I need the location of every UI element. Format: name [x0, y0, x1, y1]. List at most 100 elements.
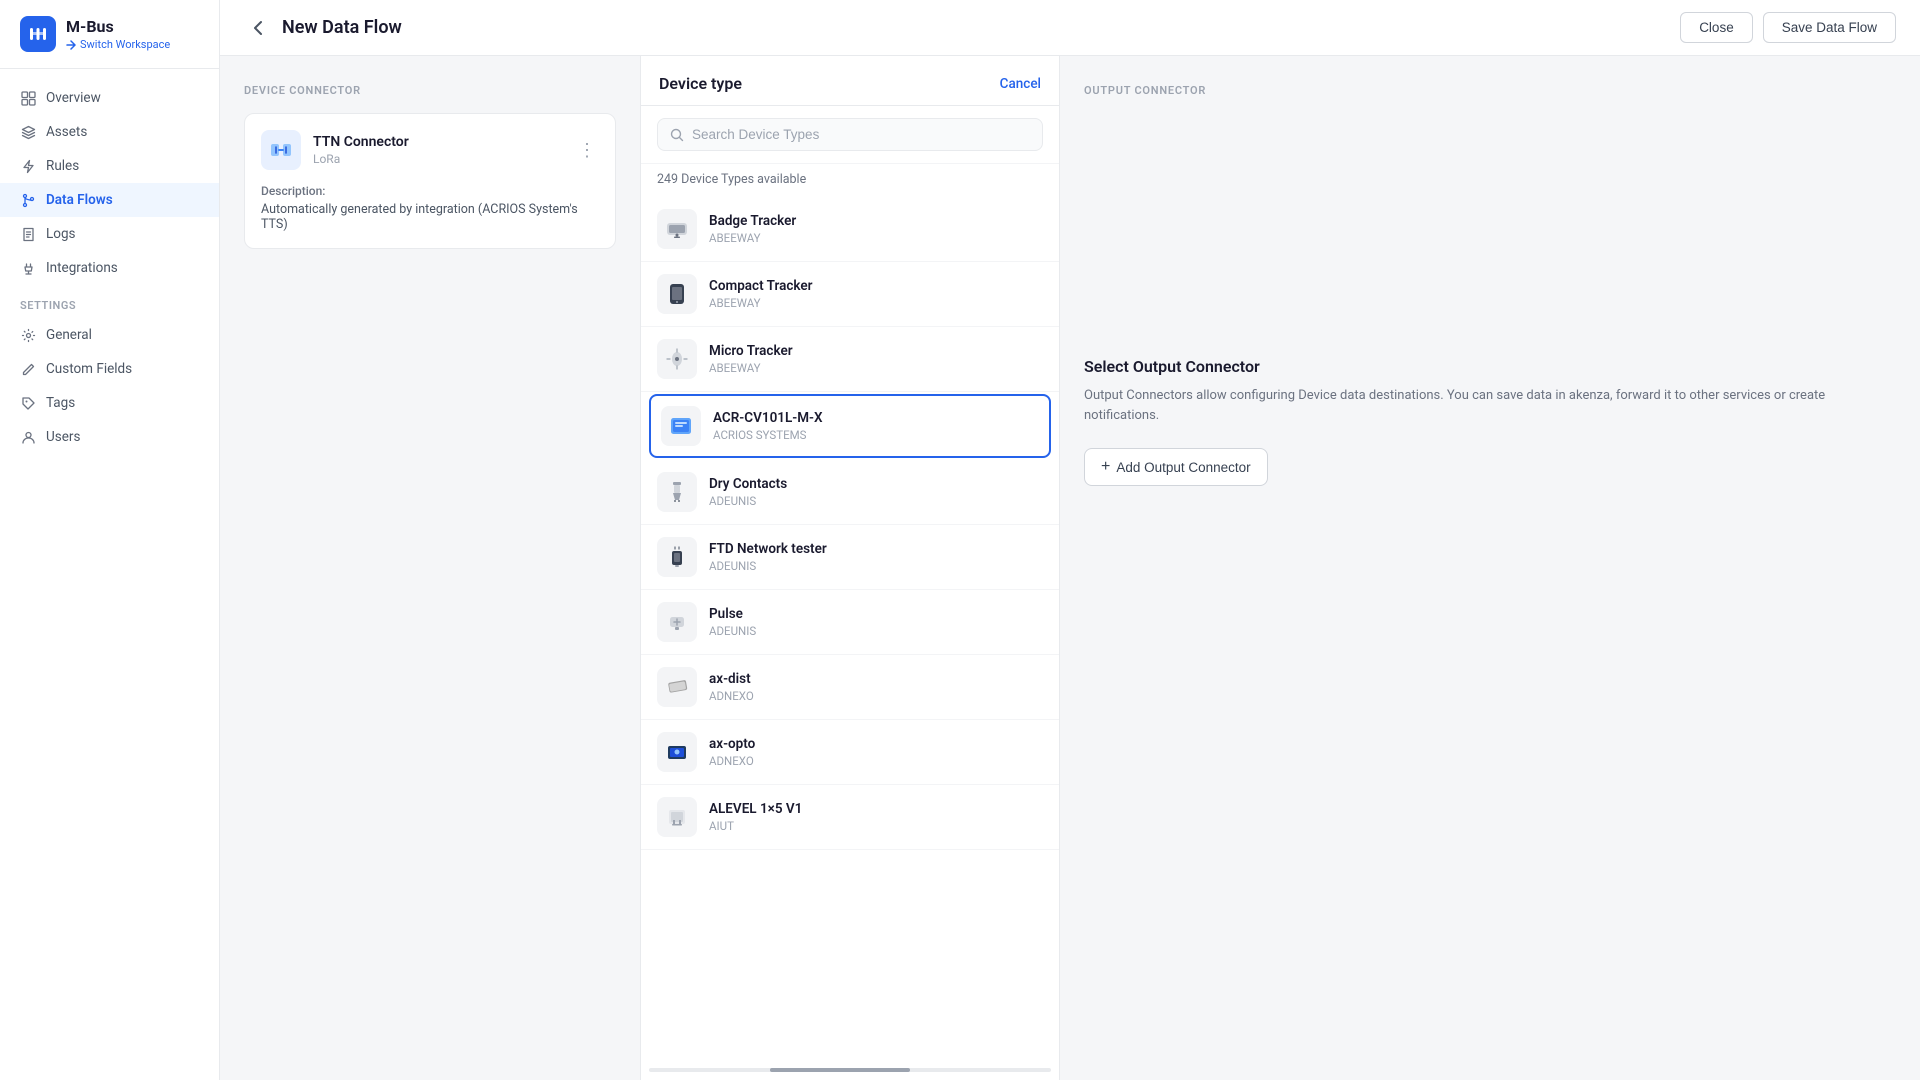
device-brand: ADNEXO: [709, 754, 755, 768]
device-list: Badge Tracker ABEEWAY Compact Tracker AB…: [641, 193, 1059, 1064]
device-item[interactable]: ALEVEL 1×5 V1 AIUT: [641, 785, 1059, 850]
sidebar-custom-fields-label: Custom Fields: [46, 361, 132, 377]
sidebar-general-label: General: [46, 327, 92, 343]
device-item[interactable]: Pulse ADEUNIS: [641, 590, 1059, 655]
switch-workspace-link[interactable]: Switch Workspace: [66, 38, 170, 51]
device-info: ALEVEL 1×5 V1 AIUT: [709, 801, 802, 833]
device-info: ax-opto ADNEXO: [709, 736, 755, 768]
device-icon: [657, 667, 697, 707]
search-input-wrap: [657, 118, 1043, 151]
header-left: New Data Flow: [244, 14, 402, 42]
device-icon: [657, 209, 697, 249]
device-name: Pulse: [709, 606, 756, 622]
zap-icon: [20, 158, 36, 174]
device-brand: ADEUNIS: [709, 624, 756, 638]
tag-icon: [20, 395, 36, 411]
sidebar-assets-label: Assets: [46, 124, 87, 140]
device-type-panel: Device type Cancel 249 Device Types avai…: [640, 56, 1060, 1080]
sidebar-overview-label: Overview: [46, 90, 101, 106]
sidebar-item-data-flows[interactable]: Data Flows: [0, 183, 219, 217]
connector-card: TTN Connector LoRa ⋮ Description: Automa…: [244, 113, 616, 249]
grid-icon: [20, 90, 36, 106]
device-icon: [657, 339, 697, 379]
device-type-title: Device type: [659, 74, 742, 93]
device-item[interactable]: Compact Tracker ABEEWAY: [641, 262, 1059, 327]
device-connector-panel-label: DEVICE CONNECTOR: [244, 84, 616, 97]
sidebar: M-Bus Switch Workspace Overview Assets R: [0, 0, 220, 1080]
device-info: Compact Tracker ABEEWAY: [709, 278, 813, 310]
add-output-connector-button[interactable]: + Add Output Connector: [1084, 448, 1268, 486]
layers-icon: [20, 124, 36, 140]
sidebar-tags-label: Tags: [46, 395, 75, 411]
device-item[interactable]: ax-dist ADNEXO: [641, 655, 1059, 720]
app-logo-icon: [20, 16, 56, 52]
sidebar-item-users[interactable]: Users: [0, 420, 219, 454]
output-connector-title: Select Output Connector: [1084, 357, 1896, 376]
device-name: FTD Network tester: [709, 541, 827, 557]
close-button[interactable]: Close: [1680, 12, 1753, 43]
device-brand: ABEEWAY: [709, 296, 813, 310]
device-icon: [657, 602, 697, 642]
connector-menu-button[interactable]: ⋮: [575, 138, 599, 162]
sidebar-item-overview[interactable]: Overview: [0, 81, 219, 115]
description-label: Description:: [261, 184, 599, 198]
settings-section-title: SETTINGS: [0, 285, 219, 318]
edit-icon: [20, 361, 36, 377]
device-name: Micro Tracker: [709, 343, 793, 359]
device-info: ax-dist ADNEXO: [709, 671, 754, 703]
device-icon: [657, 797, 697, 837]
output-connector-description: Output Connectors allow configuring Devi…: [1084, 386, 1896, 426]
device-type-header: Device type Cancel: [641, 56, 1059, 106]
device-info: Badge Tracker ABEEWAY: [709, 213, 796, 245]
device-brand: ABEEWAY: [709, 361, 793, 375]
search-input[interactable]: [692, 127, 1030, 142]
device-item[interactable]: FTD Network tester ADEUNIS: [641, 525, 1059, 590]
main-area: New Data Flow Close Save Data Flow DEVIC…: [220, 0, 1920, 1080]
connector-card-header: TTN Connector LoRa ⋮: [261, 130, 599, 170]
device-brand: ADNEXO: [709, 689, 754, 703]
sidebar-rules-label: Rules: [46, 158, 79, 174]
device-brand: ADEUNIS: [709, 559, 827, 573]
sidebar-item-custom-fields[interactable]: Custom Fields: [0, 352, 219, 386]
workspace-name: M-Bus: [66, 17, 170, 36]
connector-type: LoRa: [313, 152, 409, 166]
user-icon: [20, 429, 36, 445]
device-item[interactable]: Badge Tracker ABEEWAY: [641, 197, 1059, 262]
sidebar-item-logs[interactable]: Logs: [0, 217, 219, 251]
sidebar-integrations-label: Integrations: [46, 260, 118, 276]
page-title: New Data Flow: [282, 17, 402, 38]
device-icon: [657, 274, 697, 314]
device-name: ax-opto: [709, 736, 755, 752]
device-icon: [661, 406, 701, 446]
settings-icon: [20, 327, 36, 343]
save-data-flow-button[interactable]: Save Data Flow: [1763, 12, 1896, 43]
connector-card-left: TTN Connector LoRa: [261, 130, 409, 170]
back-button[interactable]: [244, 14, 272, 42]
sidebar-item-rules[interactable]: Rules: [0, 149, 219, 183]
device-item-selected[interactable]: ACR-CV101L-M-X ACRIOS SYSTEMS: [649, 394, 1051, 458]
device-icon: [657, 732, 697, 772]
device-info: Micro Tracker ABEEWAY: [709, 343, 793, 375]
sidebar-item-integrations[interactable]: Integrations: [0, 251, 219, 285]
sidebar-item-assets[interactable]: Assets: [0, 115, 219, 149]
device-info: Pulse ADEUNIS: [709, 606, 756, 638]
device-connector-panel: DEVICE CONNECTOR TTN C: [220, 56, 640, 1080]
sidebar-users-label: Users: [46, 429, 80, 445]
page-header: New Data Flow Close Save Data Flow: [220, 0, 1920, 56]
sidebar-item-tags[interactable]: Tags: [0, 386, 219, 420]
device-name: Dry Contacts: [709, 476, 787, 492]
device-item[interactable]: ax-opto ADNEXO: [641, 720, 1059, 785]
device-name: ACR-CV101L-M-X: [713, 410, 823, 426]
device-item[interactable]: Micro Tracker ABEEWAY: [641, 327, 1059, 392]
device-brand: ABEEWAY: [709, 231, 796, 245]
connector-description: Automatically generated by integration (…: [261, 202, 599, 232]
sidebar-nav: Overview Assets Rules Data Flows Logs: [0, 69, 219, 1080]
sidebar-dataflows-label: Data Flows: [46, 192, 113, 208]
available-count: 249 Device Types available: [641, 164, 1059, 193]
cancel-button[interactable]: Cancel: [1000, 76, 1041, 92]
device-item[interactable]: Dry Contacts ADEUNIS: [641, 460, 1059, 525]
device-brand: AIUT: [709, 819, 802, 833]
device-info: ACR-CV101L-M-X ACRIOS SYSTEMS: [713, 410, 823, 442]
sidebar-logo: M-Bus Switch Workspace: [0, 0, 219, 69]
sidebar-item-general[interactable]: General: [0, 318, 219, 352]
